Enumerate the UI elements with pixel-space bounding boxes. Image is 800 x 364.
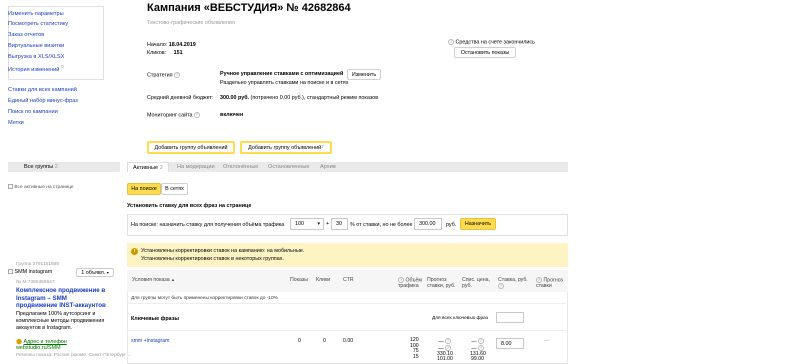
adjustments-notice	[127, 243, 568, 267]
history-label[interactable]: История изменений	[8, 67, 59, 73]
question-icon: ?	[445, 344, 451, 351]
row-shows: 0	[298, 338, 301, 344]
on-search-toggle[interactable]: На поиске	[127, 183, 161, 195]
monitoring-label: Мониторинг сайта ?	[147, 112, 201, 119]
sort-arrow-icon: ▲	[171, 277, 176, 282]
currency-label: руб.	[446, 222, 457, 228]
sidebar-item-edit[interactable]: Изменить параметры	[8, 11, 64, 17]
in-networks-toggle[interactable]: В сетях	[161, 183, 188, 195]
bids-title: Установить ставку для всех фраз на стран…	[127, 203, 252, 209]
bids-instruction: На поиске: назначить ставку для получени…	[131, 222, 285, 228]
sidebar-item-history[interactable]: История изменений 0	[8, 65, 64, 73]
divider	[127, 303, 568, 304]
row-traffic: 120 100 75 15	[410, 337, 419, 360]
show-active-checkbox[interactable]: Все активные на странице	[8, 184, 74, 190]
add-ad-group-button[interactable]: Добавить группу объявлений	[147, 141, 235, 154]
question-icon: ?	[498, 283, 504, 289]
chevron-down-icon: ▾	[106, 270, 109, 275]
question-icon: ?	[445, 338, 451, 344]
tab-moderation[interactable]: На модерации	[177, 162, 215, 172]
page-title: Кампания «ВЕБСТУДИЯ» № 42682864	[147, 2, 351, 14]
budget-value: 300.00 руб. (потрачено 0.00 руб.), станд…	[220, 95, 379, 101]
row-clicks: 0	[323, 338, 326, 344]
row-ctr: 0.00	[343, 338, 354, 344]
sidebar-item-search[interactable]: Поиск по кампании	[8, 109, 58, 115]
all-keywords-label: Для всех ключевых фраз	[432, 316, 488, 321]
strategy-description: Раздельно управлять ставками на поиске и…	[220, 80, 349, 86]
keyword-bid-input[interactable]: 8.00	[496, 338, 524, 349]
col-traffic: ? Объём трафика	[398, 277, 422, 290]
start-date: Начало: 18.04.2019	[147, 42, 196, 48]
page-subtitle: Текстово-графические объявления	[147, 20, 235, 26]
col-bid: Ставка, руб. ?	[498, 277, 528, 289]
row-forecast-bids: — ? — ? 330.10 101.00	[437, 338, 453, 363]
sidebar-item-vcards[interactable]: Виртуальные визитки	[8, 43, 64, 49]
percent-input[interactable]: 30	[331, 218, 348, 230]
row-writeoff: — ? — ? 131.60 99.00	[470, 338, 486, 363]
strategy-name: Ручное управление ставками с оптимизацие…	[220, 71, 344, 77]
sidebar-item-tags[interactable]: Метки	[8, 120, 24, 126]
tab-stopped[interactable]: Остановленные	[268, 162, 310, 172]
ad-text: Предлагаем 100% аутсорсинг и комплексные…	[16, 311, 105, 331]
question-icon: ?	[478, 338, 484, 344]
budget-label: Средний дневной бюджет:	[147, 95, 214, 101]
keyword-phrase[interactable]: smm +instagram	[131, 338, 169, 344]
group-name-row: SMM instagram	[8, 269, 52, 275]
sidebar-item-all-bids[interactable]: Ставки для всех кампаний	[8, 87, 77, 93]
checkbox-icon[interactable]	[8, 184, 13, 189]
col-forecast-bid: Прогноз ставки, руб.	[427, 277, 456, 289]
ad-title[interactable]: Комплексное продвижение в Instagram – SM…	[16, 287, 108, 310]
percent-text: % от ставки, но не более	[350, 222, 413, 228]
tab-active[interactable]: Активные 2	[127, 162, 169, 172]
notice-line-2: Установлены корректировки ставок в некот…	[141, 256, 284, 262]
change-strategy-button[interactable]: Изменить	[347, 69, 381, 80]
sidebar-item-reports[interactable]: Заказ отчетов	[8, 32, 44, 38]
add-ad-group-button-2[interactable]: Добавить группу объявлений 2	[240, 141, 332, 154]
divider	[127, 330, 568, 331]
notice-line-1: Установлены корректировки ставок на камп…	[141, 248, 305, 254]
col-forecast: ? Прогноз ставки	[536, 277, 563, 290]
assign-button[interactable]: Назначить	[460, 218, 496, 230]
ads-count-badge[interactable]: 1 объявл. ▾	[76, 268, 114, 277]
tab-archive[interactable]: Архив	[320, 162, 336, 172]
traffic-select[interactable]: 100 ▾	[290, 218, 324, 230]
group-adjust-notice: Для группы могут быть применены корректи…	[131, 296, 278, 301]
col-writeoff: Спис. цена, руб.	[462, 277, 490, 289]
question-icon: ?	[174, 72, 181, 78]
history-count: 0	[61, 65, 64, 70]
checkbox-icon[interactable]	[8, 269, 13, 275]
max-bid-input[interactable]: 300.00	[414, 218, 442, 230]
question-icon: ?	[536, 277, 542, 283]
keywords-label: Ключевые фразы	[131, 316, 180, 322]
ad-id: № М 7380456847	[16, 280, 55, 285]
all-keywords-bid-input[interactable]	[496, 312, 524, 323]
monitoring-value: включен	[220, 112, 244, 118]
col-shows[interactable]: Показы	[290, 277, 308, 283]
sidebar-item-stats[interactable]: Посмотреть статистику	[8, 21, 68, 27]
sidebar-item-minus-phrases[interactable]: Единый набор минус-фраз	[8, 98, 78, 104]
regions-text: Регионы показа: Россия (кроме: Санкт-Пет…	[16, 353, 132, 358]
plus-sign: +	[326, 221, 330, 227]
sidebar-item-export[interactable]: Выгрузка в XLS/XLSX	[8, 54, 64, 60]
tab-all-groups[interactable]: Все группы 2	[24, 162, 58, 172]
funds-notice: ? Средства на счете закончились	[448, 39, 535, 46]
question-icon: ?	[194, 112, 201, 118]
col-ctr[interactable]: CTR	[343, 277, 354, 283]
clicks-count: Кликов: 151	[147, 50, 183, 56]
question-icon: ?	[398, 277, 404, 283]
display-url[interactable]: webstudio.ru/SMM	[16, 345, 61, 351]
strategy-label: Стратегия ?	[147, 72, 181, 79]
question-icon: ?	[478, 344, 484, 351]
row-forecast-empty: —	[544, 338, 550, 344]
stop-shows-button[interactable]: Остановить показы	[454, 47, 516, 58]
col-clicks[interactable]: Клики	[316, 277, 330, 283]
group-id: Группа 3791151588	[16, 262, 59, 267]
question-icon: ?	[448, 39, 454, 45]
warning-icon: !	[131, 248, 138, 255]
chevron-down-icon: ▾	[317, 221, 320, 227]
tab-rejected[interactable]: Отклонённые	[223, 162, 258, 172]
col-conditions[interactable]: Условия показа ▲	[132, 277, 175, 283]
